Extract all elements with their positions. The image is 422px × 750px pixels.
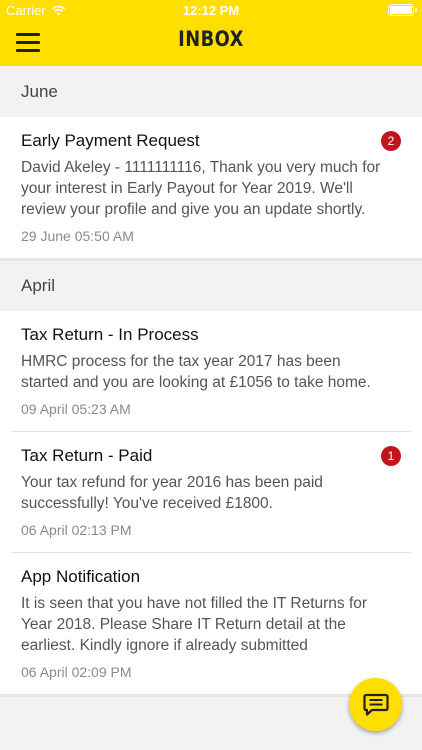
message-body: Your tax refund for year 2016 has been p… xyxy=(21,474,323,512)
unread-badge: 2 xyxy=(381,131,401,151)
top-bar: Carrier 12:12 PM INBOX xyxy=(0,0,422,66)
status-time: 12:12 PM xyxy=(182,3,240,18)
message-date: 06 April 02:13 PM xyxy=(21,522,132,538)
message-title: Early Payment Request xyxy=(21,131,200,150)
section-card-april: Tax Return - In Process HMRC process for… xyxy=(0,311,422,694)
message-title: Tax Return - Paid xyxy=(21,446,153,465)
list-item[interactable]: Tax Return - In Process HMRC process for… xyxy=(0,311,422,431)
message-date: 29 June 05:50 AM xyxy=(21,228,134,244)
message-title: Tax Return - In Process xyxy=(21,325,199,344)
section-card-june: Early Payment Request 2 David Akeley - 1… xyxy=(0,117,422,258)
list-item[interactable]: Tax Return - Paid 1 Your tax refund for … xyxy=(0,432,422,552)
section-label: April xyxy=(21,276,56,295)
list-item[interactable]: App Notification It is seen that you hav… xyxy=(0,553,422,694)
inbox-list: June Early Payment Request 2 David Akele… xyxy=(0,66,422,697)
list-item[interactable]: Early Payment Request 2 David Akeley - 1… xyxy=(0,117,422,258)
message-body: It is seen that you have not filled the … xyxy=(21,595,368,654)
section-header-april: April xyxy=(0,261,422,311)
message-body: HMRC process for the tax year 2017 has b… xyxy=(21,353,371,391)
unread-badge: 1 xyxy=(381,446,401,466)
section-header-june: June xyxy=(0,66,422,117)
chat-icon xyxy=(362,693,389,717)
status-bar: Carrier 12:12 PM xyxy=(0,0,422,22)
message-date: 09 April 05:23 AM xyxy=(21,401,131,417)
battery-icon xyxy=(388,4,417,16)
section-label: June xyxy=(21,81,58,101)
message-body: David Akeley - 1111111116, Thank you ver… xyxy=(21,159,381,218)
message-date: 06 April 02:09 PM xyxy=(21,664,132,680)
message-title: App Notification xyxy=(21,567,141,586)
chat-button[interactable] xyxy=(349,678,402,731)
page-title: INBOX xyxy=(178,27,244,51)
